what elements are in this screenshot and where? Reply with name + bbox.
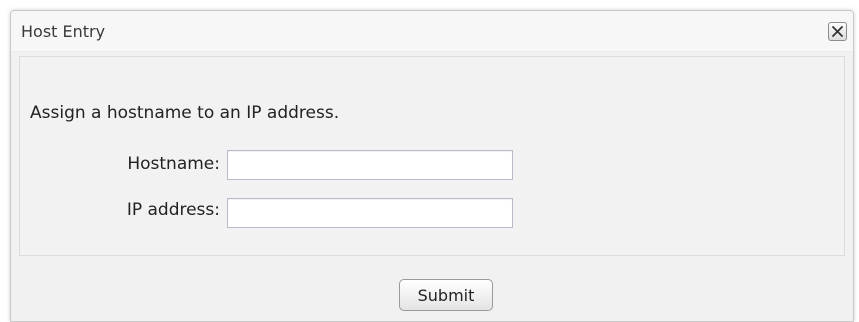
form-intro: Assign a hostname to an IP address. bbox=[30, 103, 340, 123]
host-entry-dialog: Host Entry Assign a hostname to an IP ad… bbox=[10, 10, 854, 322]
form-panel: Assign a hostname to an IP address. Host… bbox=[19, 56, 845, 256]
ip-address-label: IP address: bbox=[126, 200, 220, 220]
submit-button[interactable]: Submit bbox=[399, 279, 493, 311]
close-button[interactable] bbox=[828, 22, 847, 41]
dialog-titlebar: Host Entry bbox=[11, 11, 853, 52]
dialog-footer: Submit bbox=[11, 261, 853, 321]
hostname-input[interactable] bbox=[227, 150, 513, 180]
ip-address-input[interactable] bbox=[227, 198, 513, 228]
hostname-label: Hostname: bbox=[127, 154, 220, 174]
dialog-title: Host Entry bbox=[21, 22, 106, 41]
close-icon bbox=[832, 26, 843, 37]
